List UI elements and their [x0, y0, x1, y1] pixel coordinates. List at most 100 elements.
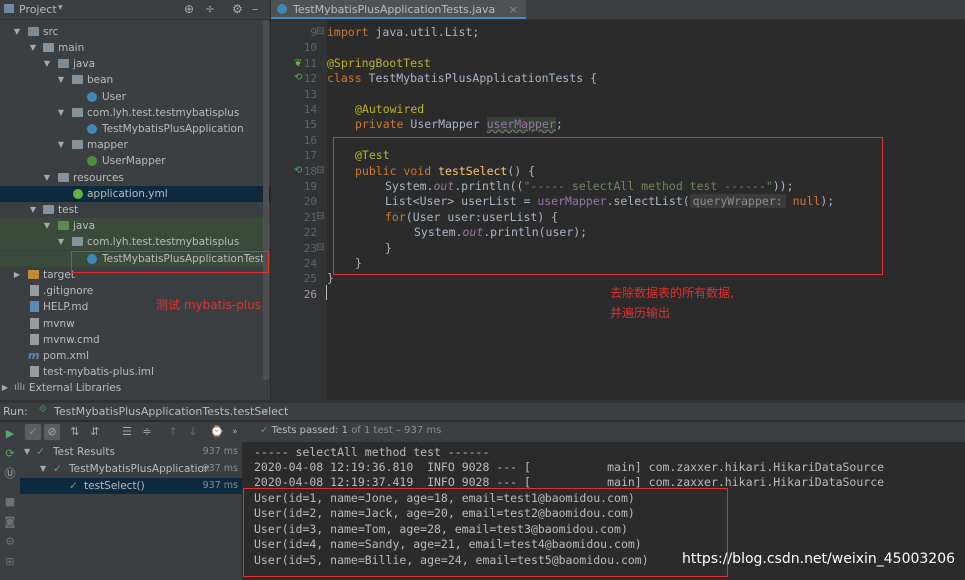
collapse-all-icon[interactable]: ≑ — [139, 424, 155, 440]
tree-item-mvnw[interactable]: mvnw — [0, 316, 270, 332]
show-passed-icon[interactable]: ✓ — [25, 424, 41, 440]
line-number: 26 — [303, 288, 317, 301]
file-icon — [30, 366, 39, 377]
project-panel-header: Project ▾ ⊕ ÷ ⚙ – — [0, 0, 270, 20]
spring-leaf-icon[interactable]: ❦ — [294, 58, 302, 69]
rerun-icon[interactable]: ▶ — [2, 426, 18, 442]
code-line-14[interactable]: @Autowired — [355, 102, 424, 116]
project-scrollbar[interactable] — [263, 20, 269, 380]
tree-item-application-yml[interactable]: application.yml — [0, 186, 270, 202]
editor-tab-label: TestMybatisPlusApplicationTests.java — [293, 3, 496, 16]
tree-item-label: resources — [73, 172, 124, 184]
previous-icon[interactable]: ↑ — [165, 424, 181, 440]
fold-icon[interactable]: ⊟ — [316, 26, 324, 37]
chevron-down-icon[interactable]: ▼ — [12, 24, 22, 40]
toggle-autotest-icon[interactable]: Ⓤ — [2, 466, 18, 482]
editor-tab[interactable]: TestMybatisPlusApplicationTests.java × — [271, 0, 526, 19]
show-ignored-icon[interactable]: ⊘ — [44, 424, 60, 440]
tree-item-label: pom.xml — [43, 350, 90, 362]
tree-item-label: .gitignore — [43, 285, 94, 297]
line-number: 22 — [303, 226, 317, 239]
tree-item-iml[interactable]: test-mybatis-plus.iml — [0, 364, 270, 380]
tree-item-mvnw-cmd[interactable]: mvnw.cmd — [0, 332, 270, 348]
chevron-down-icon[interactable]: ▼ — [24, 444, 30, 460]
tree-item-external-libraries[interactable]: ▶ ıllı External Libraries — [0, 380, 270, 396]
close-icon[interactable]: × — [260, 405, 269, 418]
run-label: Run: — [3, 405, 28, 418]
class-icon — [87, 92, 97, 102]
tree-item-usermapper[interactable]: UserMapper — [0, 153, 270, 169]
close-icon[interactable]: × — [509, 3, 518, 16]
tree-item-pom[interactable]: m pom.xml — [0, 348, 270, 364]
interface-icon — [87, 156, 97, 166]
chevron-right-icon[interactable]: ▶ — [0, 380, 10, 396]
hide-icon[interactable]: – — [252, 2, 258, 16]
tree-item-user[interactable]: User — [0, 89, 270, 105]
tree-item-src[interactable]: ▼ src — [0, 24, 270, 40]
test-result-root[interactable]: ▼ ✓ Test Results 937 ms — [20, 444, 242, 460]
folder-icon — [43, 43, 54, 52]
tree-item-package[interactable]: ▼ com.lyh.test.testmybatisplus — [0, 105, 270, 121]
next-icon[interactable]: ↓ — [185, 424, 201, 440]
chevron-down-icon[interactable]: ▼ — [56, 234, 66, 250]
settings-icon[interactable]: ⚙ — [2, 534, 18, 550]
history-icon[interactable]: ⌚ — [209, 424, 225, 440]
tree-item-resources[interactable]: ▼ resources — [0, 170, 270, 186]
rerun-failed-icon[interactable]: ⟳ — [2, 446, 18, 462]
watermark: https://blog.csdn.net/weixin_45003206 — [682, 551, 956, 567]
tree-item-test-java[interactable]: ▼ java — [0, 218, 270, 234]
chevron-right-icon[interactable]: ▶ — [12, 267, 22, 283]
gear-icon[interactable]: ⚙ — [232, 2, 243, 16]
line-number: 17 — [303, 149, 317, 162]
chevron-down-icon[interactable]: ▼ — [42, 218, 52, 234]
tree-item-mapper[interactable]: ▼ mapper — [0, 137, 270, 153]
run-test-icon[interactable]: ⟲ — [294, 72, 302, 83]
tree-item-test-package[interactable]: ▼ com.lyh.test.testmybatisplus — [0, 234, 270, 250]
tree-item-test[interactable]: ▼ test — [0, 202, 270, 218]
check-icon: ✓ — [53, 463, 62, 475]
chevron-down-icon[interactable]: ▼ — [56, 137, 66, 153]
line-number: 10 — [303, 41, 317, 54]
tree-item-java[interactable]: ▼ java — [0, 56, 270, 72]
test-result-class[interactable]: ▼ ✓ TestMybatisPlusApplicationTe 937 ms — [20, 461, 242, 477]
chevron-down-icon[interactable]: ▼ — [42, 170, 52, 186]
test-duration: 937 ms — [202, 480, 238, 491]
fold-icon[interactable]: ⊟ — [316, 211, 324, 222]
chevron-down-icon[interactable]: ▼ — [42, 56, 52, 72]
fold-icon[interactable]: ⊟ — [316, 242, 324, 253]
stop-icon[interactable]: ■ — [2, 494, 18, 510]
chevron-down-icon[interactable]: ▼ — [56, 105, 66, 121]
pin-icon[interactable]: ⊞ — [2, 554, 18, 570]
expand-all-icon[interactable]: ☰ — [119, 424, 135, 440]
chevron-down-icon[interactable]: ▼ — [28, 40, 38, 56]
code-line-11[interactable]: @SpringBootTest — [327, 56, 431, 70]
run-test-icon[interactable]: ⟲ — [294, 165, 302, 176]
package-icon — [72, 75, 83, 84]
tree-item-application[interactable]: TestMybatisPlusApplication — [0, 121, 270, 137]
fold-icon[interactable]: ⊟ — [316, 165, 324, 176]
tree-item-label: TestMybatisPlusApplication — [102, 123, 244, 135]
locate-icon[interactable]: ⊕ — [184, 2, 194, 16]
code-line-15[interactable]: private UserMapper userMapper; — [355, 117, 563, 131]
tree-item-main[interactable]: ▼ main — [0, 40, 270, 56]
package-icon — [72, 140, 83, 149]
project-panel: Project ▾ ⊕ ÷ ⚙ – ▼ src ▼ main ▼ java ▼ … — [0, 0, 270, 400]
test-result-method[interactable]: ✓ testSelect() 937 ms — [20, 478, 242, 494]
chevron-down-icon[interactable]: ▼ — [56, 72, 66, 88]
spring-class-icon — [87, 124, 97, 134]
annotation-test: 测试 mybatis-plus — [156, 298, 262, 312]
more-icon[interactable]: » — [227, 424, 243, 440]
code-line-9[interactable]: import java.util.List; — [327, 25, 479, 39]
code-line-12[interactable]: class TestMybatisPlusApplicationTests { — [327, 71, 597, 85]
chevron-down-icon[interactable]: ▾ — [58, 3, 63, 13]
project-title[interactable]: Project — [19, 3, 57, 16]
run-config-tab[interactable]: TestMybatisPlusApplicationTests.testSele… — [54, 405, 288, 418]
chevron-down-icon[interactable]: ▼ — [28, 202, 38, 218]
sort-duration-icon[interactable]: ⇵ — [87, 424, 103, 440]
sort-alpha-icon[interactable]: ⇅ — [67, 424, 83, 440]
tree-item-label: com.lyh.test.testmybatisplus — [87, 236, 240, 248]
collapse-icon[interactable]: ÷ — [205, 2, 215, 16]
camera-icon[interactable]: ◙ — [2, 514, 18, 530]
tree-item-bean[interactable]: ▼ bean — [0, 72, 270, 88]
chevron-down-icon[interactable]: ▼ — [40, 461, 46, 477]
